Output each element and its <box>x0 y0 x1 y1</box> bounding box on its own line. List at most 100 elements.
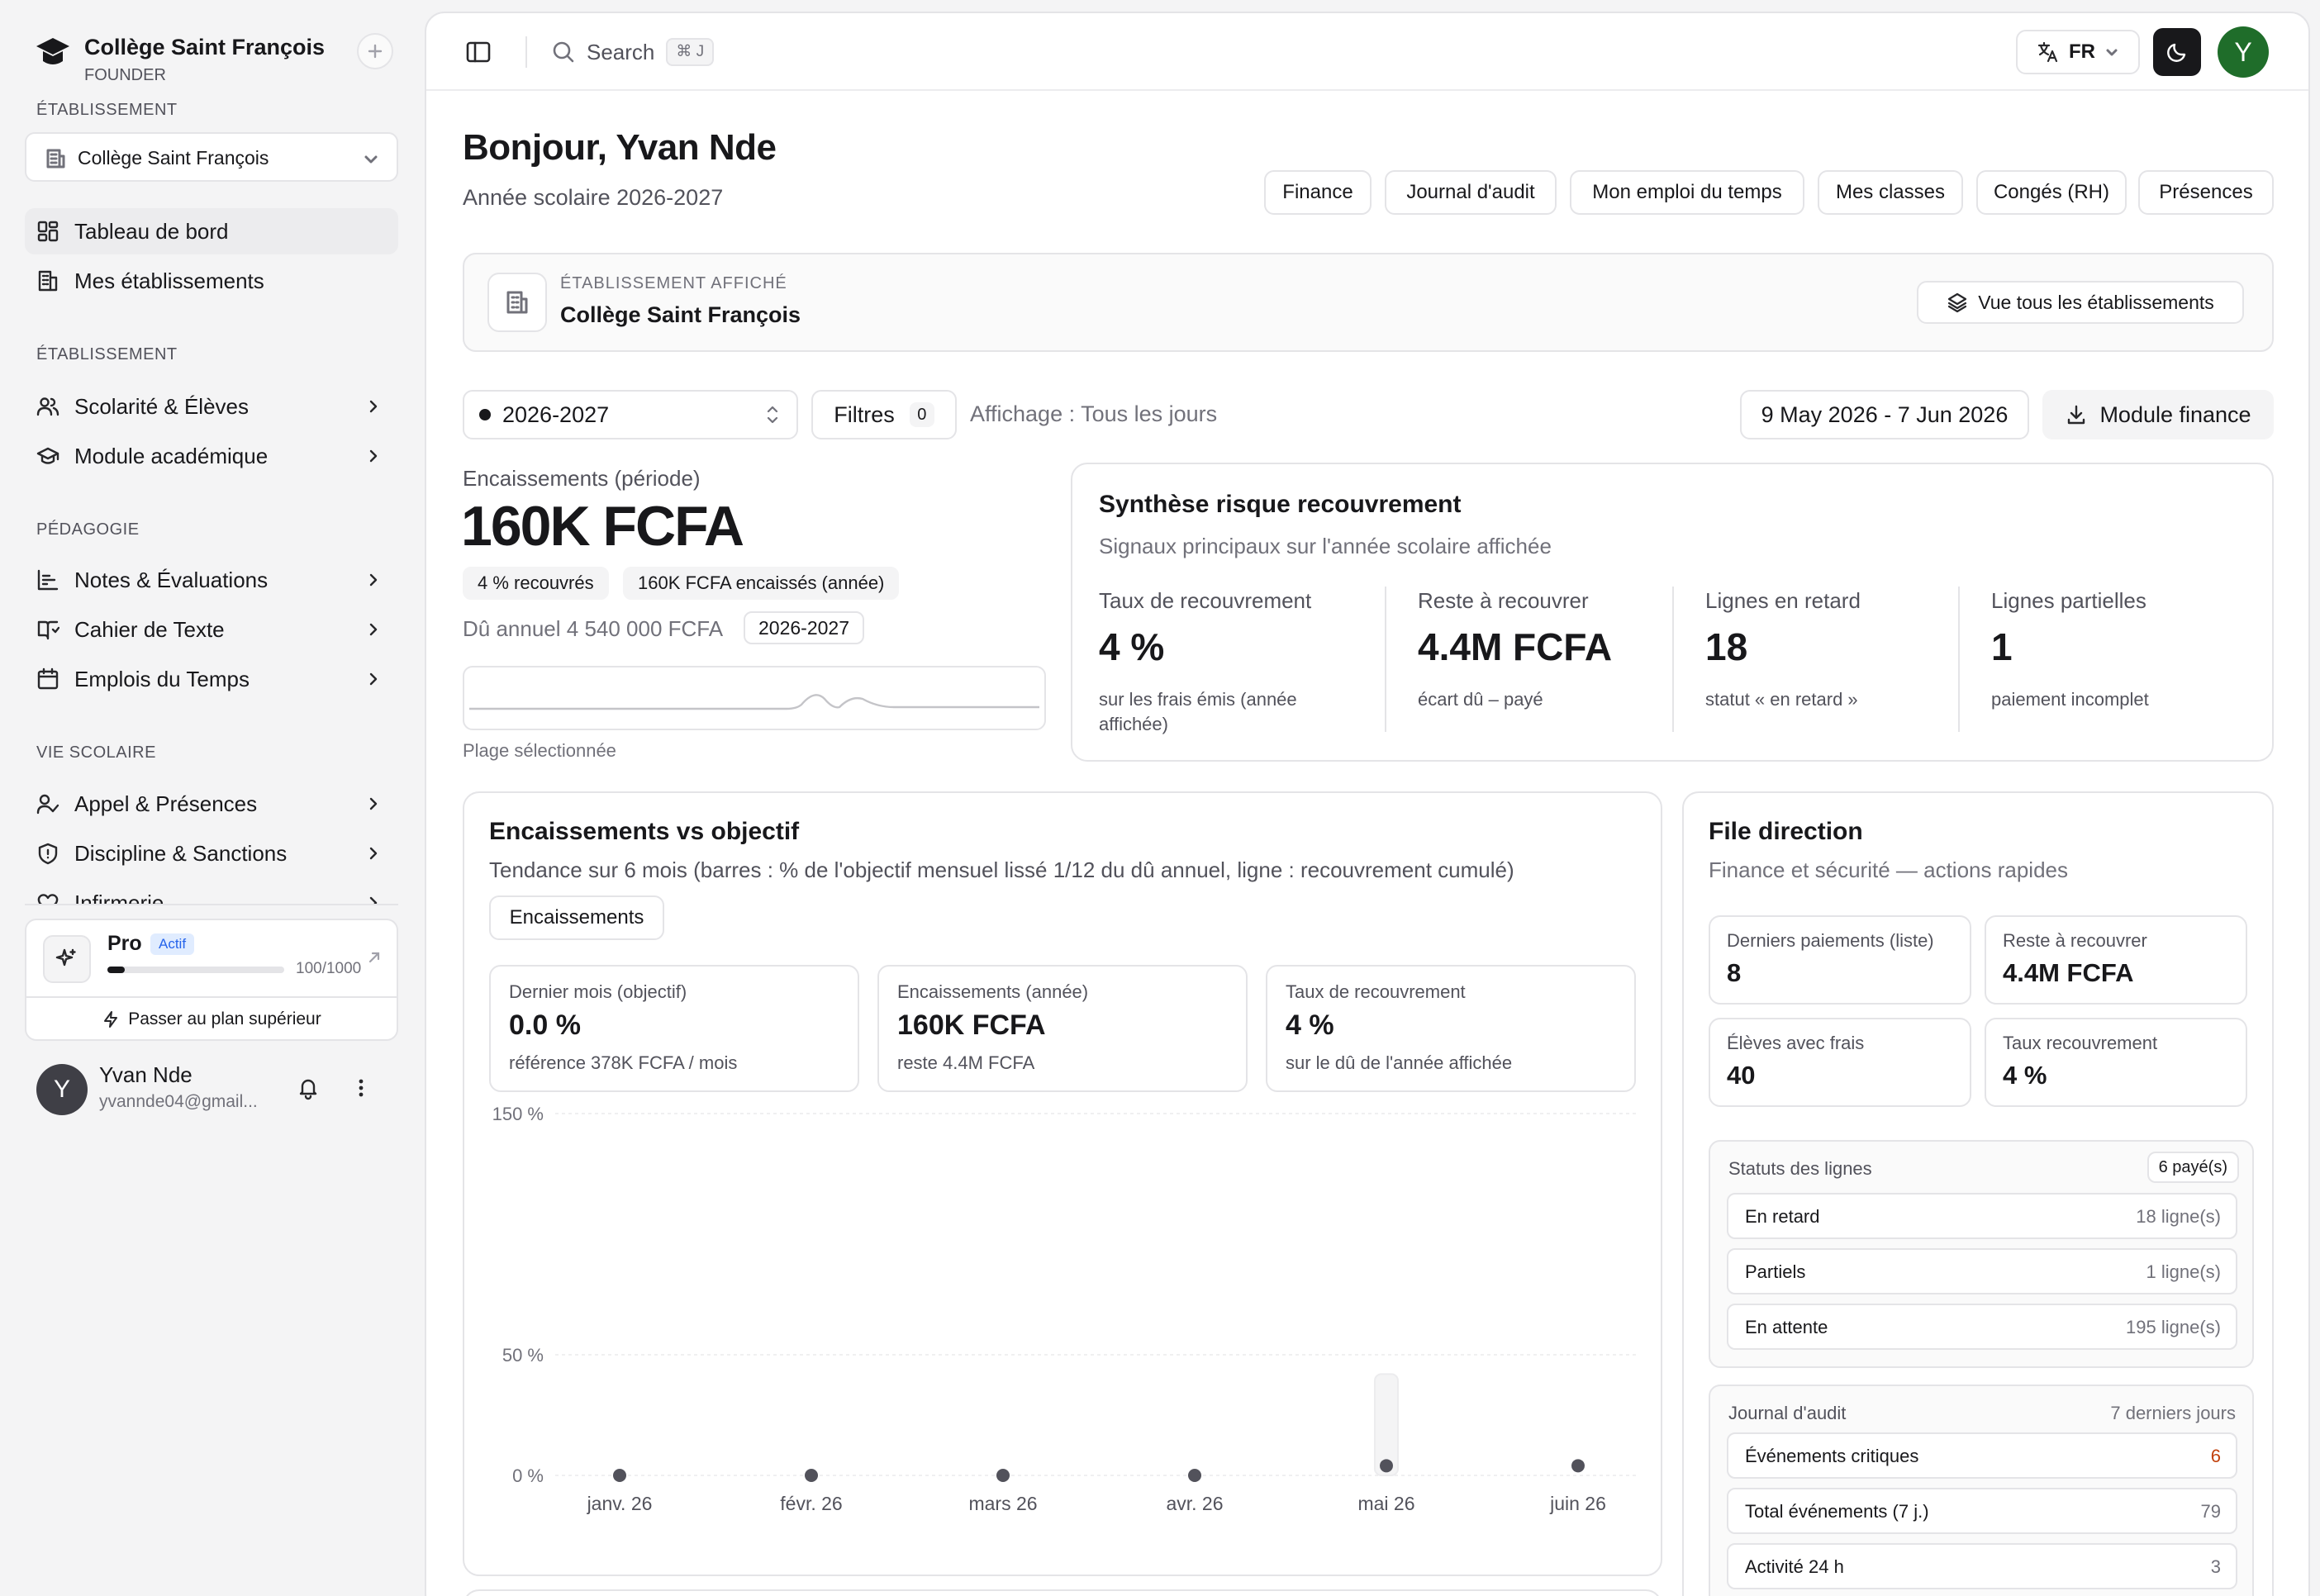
direction-title: File direction <box>1709 818 1863 845</box>
objective-kpi-value: 4 % <box>1286 1009 1334 1041</box>
sidebar-item-emplois-du-temps[interactable]: Emplois du Temps <box>25 656 398 702</box>
x-tick-label: févr. 26 <box>780 1493 842 1514</box>
line-point[interactable] <box>996 1469 1010 1482</box>
sidebar-item-cahier-de-texte[interactable]: Cahier de Texte <box>25 606 398 653</box>
chevron-right-icon <box>365 845 382 862</box>
year-dot <box>479 409 491 420</box>
school-name: Collège Saint François <box>84 35 326 59</box>
building-icon <box>36 269 59 292</box>
section-label-etablissement: ÉTABLISSEMENT <box>36 101 178 119</box>
external-arrow-icon[interactable] <box>365 948 383 967</box>
user-role: FOUNDER <box>84 66 166 84</box>
list-item-label: Activité 24 h <box>1745 1556 1844 1577</box>
y-tick-label: 150 % <box>492 1107 544 1124</box>
finance-module-button[interactable]: Module finance <box>2042 390 2274 439</box>
sidebar-item-infirmerie[interactable]: Infirmerie <box>25 880 398 905</box>
line-point[interactable] <box>613 1469 626 1482</box>
collected-year-badge: 160K FCFA encaissés (année) <box>623 567 900 600</box>
line-point[interactable] <box>805 1469 818 1482</box>
plan-usage-text: 100/1000 <box>296 960 362 977</box>
line-point[interactable] <box>1571 1459 1585 1473</box>
dark-mode-toggle[interactable] <box>2153 28 2201 76</box>
tab-encaissements[interactable]: Encaissements <box>489 895 664 940</box>
language-selector[interactable]: FR <box>2016 30 2140 74</box>
quick-link-mon-emploi-du-temps[interactable]: Mon emploi du temps <box>1570 170 1804 215</box>
list-item[interactable]: Partiels 1 ligne(s) <box>1727 1248 2237 1294</box>
sidebar-item-scolarite-eleves[interactable]: Scolarité & Élèves <box>25 383 398 430</box>
list-item[interactable]: Activité 24 h 3 <box>1727 1543 2237 1589</box>
quick-link-conges-rh[interactable]: Congés (RH) <box>1976 170 2127 215</box>
direction-subtitle: Finance et sécurité — actions rapides <box>1709 857 2068 882</box>
range-sparkline[interactable] <box>463 666 1046 730</box>
sidebar-item-discipline-sanctions[interactable]: Discipline & Sanctions <box>25 830 398 876</box>
year-selector-value: 2026-2027 <box>502 401 610 427</box>
date-range-picker[interactable]: 9 May 2026 - 7 Jun 2026 <box>1740 390 2029 439</box>
plan-status-badge: Actif <box>150 933 195 955</box>
moon-icon <box>2167 43 2186 62</box>
displayed-school-name: Collège Saint François <box>560 302 801 327</box>
audit-period: 7 derniers jours <box>2110 1403 2236 1423</box>
more-vertical-icon[interactable] <box>349 1076 373 1100</box>
user-avatar[interactable]: Y <box>36 1064 88 1115</box>
building-icon <box>46 149 65 169</box>
direction-stat-label: Taux recouvrement <box>2003 1033 2158 1053</box>
bell-icon[interactable] <box>296 1076 321 1100</box>
risk-metric-note: statut « en retard » <box>1705 689 1858 710</box>
line-point[interactable] <box>1380 1459 1393 1473</box>
quick-link-mes-classes[interactable]: Mes classes <box>1818 170 1963 215</box>
sidebar-item-tableau-de-bord[interactable]: Tableau de bord <box>25 208 398 254</box>
risk-metric-divider <box>1672 587 1674 732</box>
recovered-badge: 4 % recouvrés <box>463 567 609 600</box>
line-point[interactable] <box>1188 1469 1201 1482</box>
quick-link-journal-d-audit[interactable]: Journal d'audit <box>1385 170 1557 215</box>
topbar-avatar[interactable]: Y <box>2218 26 2269 78</box>
risk-metric-label: Reste à recouvrer <box>1418 588 1589 613</box>
school-selector-value: Collège Saint François <box>78 147 269 169</box>
view-all-schools-button[interactable]: Vue tous les établissements <box>1917 281 2244 324</box>
risk-metric-label: Lignes partielles <box>1991 588 2146 613</box>
next-card <box>463 1589 1662 1596</box>
displayed-school-label: ÉTABLISSEMENT AFFICHÉ <box>560 274 787 292</box>
risk-title: Synthèse risque recouvrement <box>1099 491 1462 518</box>
sidebar-item-appel-presences[interactable]: Appel & Présences <box>25 781 398 827</box>
view-all-schools-label: Vue tous les établissements <box>1978 291 2214 313</box>
y-tick-label: 0 % <box>512 1465 544 1486</box>
risk-metric-label: Lignes en retard <box>1705 588 1861 613</box>
sidebar-item-label: Discipline & Sanctions <box>74 841 288 866</box>
objective-subtitle: Tendance sur 6 mois (barres : % de l'obj… <box>489 857 1514 882</box>
risk-metric-value: 18 <box>1705 625 1748 668</box>
add-school-button[interactable] <box>357 33 393 69</box>
sidebar-item-label: Appel & Présences <box>74 791 258 816</box>
quick-link-presences[interactable]: Présences <box>2138 170 2274 215</box>
upgrade-plan-button[interactable]: Passer au plan supérieur <box>25 1000 398 1039</box>
statuses-panel: Statuts des lignes 6 payé(s) En retard 18… <box>1709 1140 2254 1368</box>
sidebar-toggle-icon[interactable] <box>464 38 492 66</box>
list-item-value: 195 ligne(s) <box>2126 1317 2221 1337</box>
school-selector[interactable]: Collège Saint François <box>25 132 398 182</box>
direction-stat-card: Élèves avec frais 40 <box>1709 1018 1971 1107</box>
direction-stat-card: Reste à recouvrer 4.4M FCFA <box>1985 915 2247 1005</box>
page-title: Bonjour, Yvan Nde <box>463 127 777 168</box>
objective-kpi-note: reste 4.4M FCFA <box>897 1052 1035 1073</box>
sidebar-item-mes-etablissements[interactable]: Mes établissements <box>25 258 398 304</box>
quick-link-finance[interactable]: Finance <box>1264 170 1372 215</box>
filters-button[interactable]: Filtres 0 <box>811 390 957 439</box>
list-item[interactable]: En attente 195 ligne(s) <box>1727 1304 2237 1350</box>
sidebar-item-module-academique[interactable]: Module académique <box>25 433 398 479</box>
risk-metric-note: paiement incomplet <box>1991 689 2149 710</box>
plus-icon <box>368 44 383 59</box>
list-item-label: En attente <box>1745 1317 1828 1337</box>
sidebar-item-notes-evaluations[interactable]: Notes & Évaluations <box>25 557 398 603</box>
annual-year-badge: 2026-2027 <box>744 611 864 644</box>
search-input[interactable]: Search ⌘ J <box>550 31 749 73</box>
collections-value: 160K FCFA <box>461 495 744 558</box>
list-item-value: 79 <box>2200 1501 2221 1522</box>
topbar-divider <box>426 89 2308 91</box>
list-item-label: Total événements (7 j.) <box>1745 1501 1929 1522</box>
list-item[interactable]: En retard 18 ligne(s) <box>1727 1193 2237 1239</box>
year-selector[interactable]: 2026-2027 <box>463 390 798 439</box>
list-item[interactable]: Événements critiques 6 <box>1727 1432 2237 1479</box>
section-label-pedagogie: PÉDAGOGIE <box>36 520 140 539</box>
list-item[interactable]: Total événements (7 j.) 79 <box>1727 1488 2237 1534</box>
plan-name: Pro <box>107 932 142 955</box>
